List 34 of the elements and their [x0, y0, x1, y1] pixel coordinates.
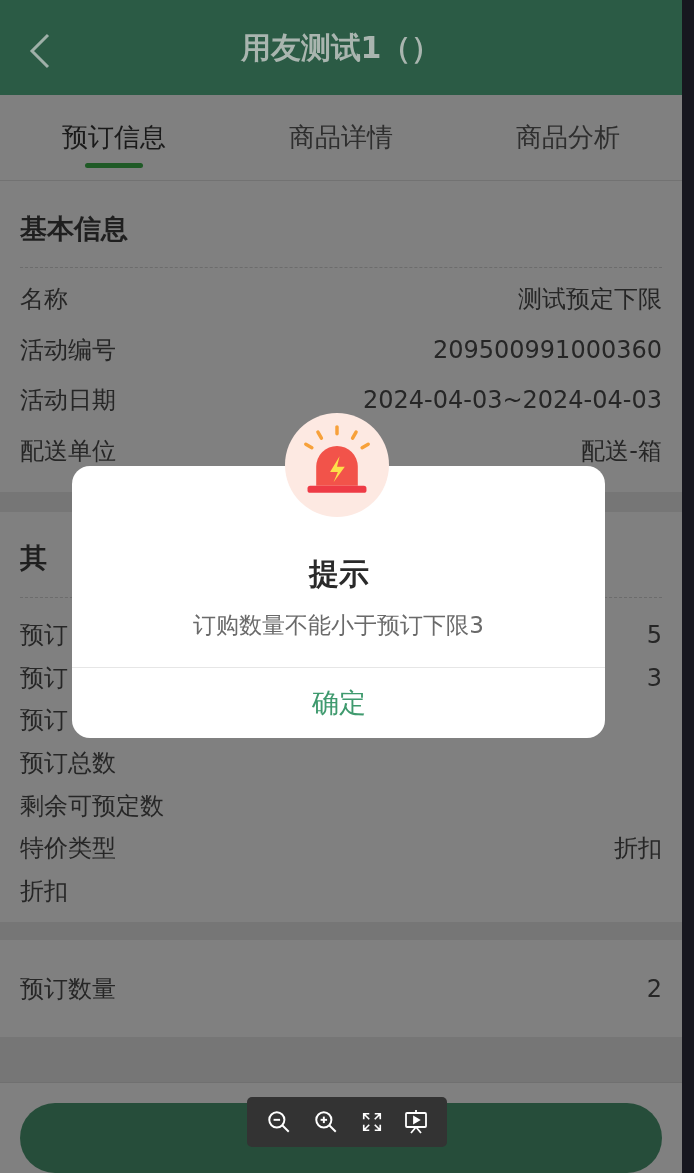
field-value: 测试预定下限: [518, 284, 662, 316]
confirm-button[interactable]: 确定: [72, 667, 605, 738]
field-value: 5: [646, 619, 662, 651]
alarm-light-icon: [285, 413, 389, 517]
dialog-message: 订购数量不能小于预订下限3: [193, 611, 484, 640]
slideshow-icon[interactable]: [404, 1109, 429, 1135]
field-label: 剩余可预定数: [20, 790, 164, 822]
field-label: 预订: [20, 619, 68, 651]
field-value: 2024-04-03~2024-04-03: [362, 385, 662, 417]
field-label: 预订: [20, 662, 68, 694]
tab[interactable]: 商品分析: [454, 94, 682, 180]
back-icon[interactable]: [28, 33, 50, 69]
header-title: 用友测试1（）: [240, 28, 442, 67]
field-label: 预订: [20, 705, 68, 737]
section-title: 其: [20, 542, 47, 574]
section-title: 基本信息: [19, 211, 129, 246]
field-label: 活动日期: [20, 385, 116, 417]
tab[interactable]: 商品详情: [227, 94, 455, 180]
expand-icon[interactable]: [360, 1111, 383, 1133]
field-value: 折扣: [614, 833, 662, 865]
field-label: 名称: [20, 284, 68, 316]
field-value: 配送-箱: [581, 435, 662, 467]
field-value: 2: [646, 973, 662, 1005]
field-label: 预订总数: [20, 747, 116, 779]
zoom-out-icon[interactable]: [265, 1109, 292, 1135]
field-value: 209500991000360: [432, 334, 662, 366]
field-label: 配送单位: [20, 435, 116, 467]
field-value: 3: [646, 662, 662, 694]
dialog-title: 提示: [308, 555, 369, 593]
field-label: 特价类型: [20, 833, 116, 865]
tab[interactable]: 预订信息: [0, 94, 228, 180]
field-label: 折扣: [20, 876, 68, 907]
field-label: 预订数量: [20, 973, 116, 1005]
field-label: 活动编号: [20, 334, 116, 366]
